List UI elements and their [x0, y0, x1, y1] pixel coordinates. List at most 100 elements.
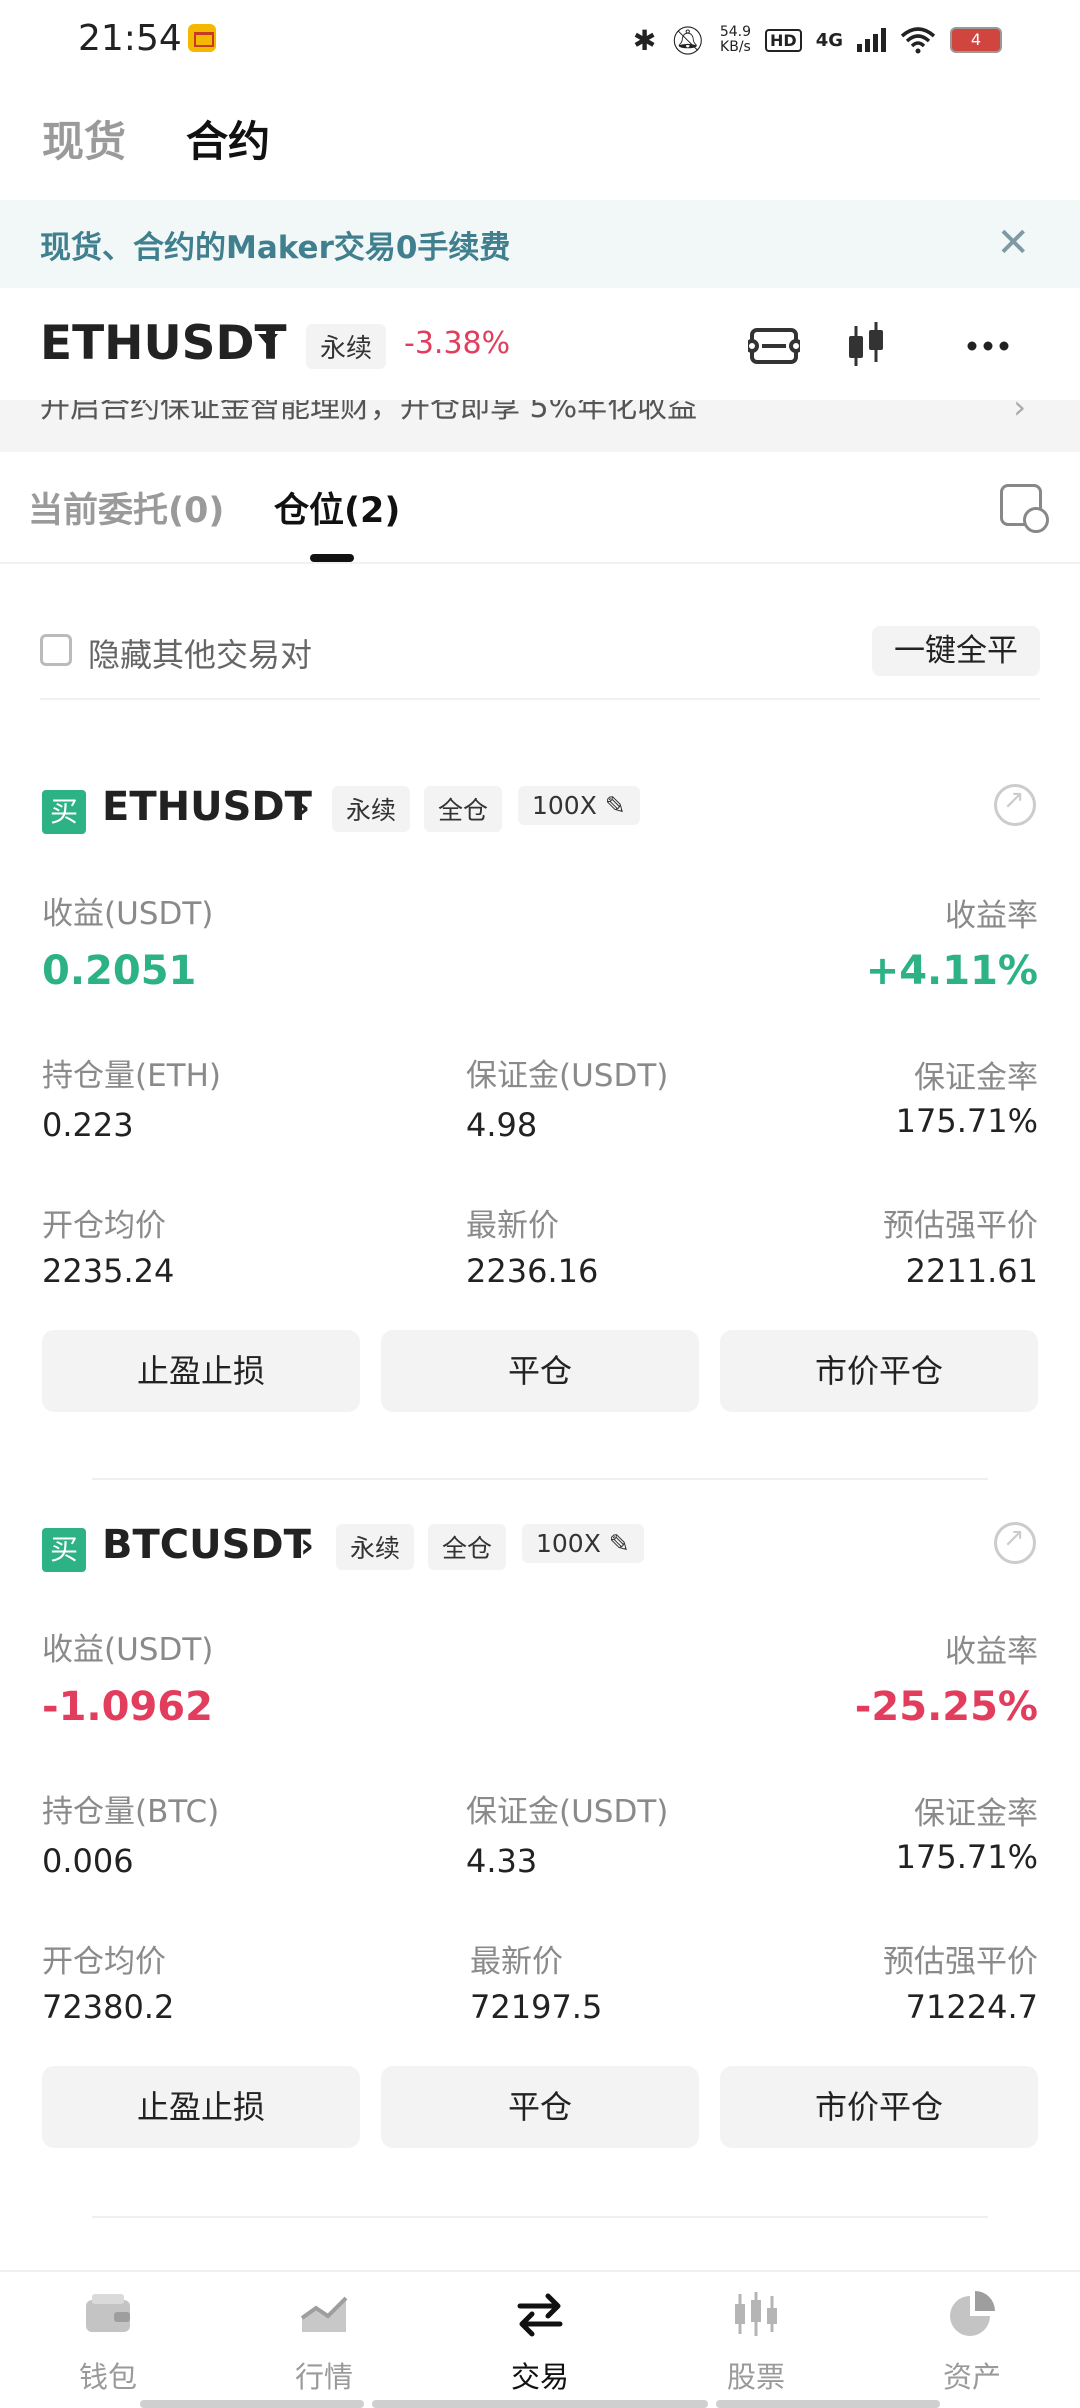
- gesture-bar: [372, 2400, 708, 2408]
- network-type: 4G: [815, 29, 843, 51]
- wifi-icon: [900, 27, 936, 54]
- hd-icon: HD: [765, 28, 802, 52]
- last-price-value: 2236.16: [466, 1252, 599, 1290]
- stocks-icon: [735, 2292, 777, 2336]
- last-price-label: 最新价: [470, 1944, 563, 1980]
- close-all-button[interactable]: 一键全平: [872, 626, 1040, 676]
- coupon-icon[interactable]: [748, 320, 800, 372]
- price-change: -3.38%: [404, 326, 511, 361]
- tab-open-orders[interactable]: 当前委托(0): [28, 482, 224, 533]
- margin-value: 4.98: [466, 1106, 538, 1144]
- signal-icon: [857, 28, 886, 52]
- nav-stocks[interactable]: 股票: [686, 2288, 826, 2396]
- margin-mode-tag[interactable]: 全仓: [424, 786, 503, 832]
- entry-price-value: 2235.24: [42, 1252, 175, 1290]
- message-icon: [188, 24, 216, 52]
- promo-text: 开启合约保证金智能理财，开仓即享 5%年化收益: [40, 400, 698, 425]
- tpsl-button[interactable]: 止盈止损: [42, 1330, 360, 1412]
- pnl-label: 收益(USDT): [42, 1632, 214, 1668]
- margin-rate-label: 保证金率: [914, 1796, 1038, 1832]
- market-close-button[interactable]: 市价平仓: [720, 2066, 1038, 2148]
- position-symbol[interactable]: ETHUSDT: [102, 784, 312, 830]
- network-speed: 54.9 KB/s: [719, 24, 752, 55]
- pie-chart-icon: [950, 2291, 995, 2336]
- chart-icon: [300, 2296, 348, 2332]
- nav-assets[interactable]: 资产: [902, 2288, 1042, 2396]
- market-close-button[interactable]: 市价平仓: [720, 1330, 1038, 1412]
- hide-others-checkbox[interactable]: [40, 634, 72, 666]
- filter-row: 隐藏其他交易对 一键全平: [40, 610, 1040, 700]
- nav-label: 股票: [726, 2360, 785, 2394]
- battery-icon: 4: [950, 27, 1002, 53]
- last-price-value: 72197.5: [470, 1988, 603, 2026]
- nav-label: 资产: [942, 2360, 1001, 2394]
- wallet-icon: [86, 2294, 130, 2332]
- hide-others-label[interactable]: 隐藏其他交易对: [88, 630, 312, 676]
- nav-wallet[interactable]: 钱包: [38, 2288, 178, 2396]
- gesture-bar: [140, 2400, 364, 2408]
- more-icon[interactable]: [962, 320, 1014, 372]
- size-label: 持仓量(BTC): [42, 1794, 220, 1830]
- size-value: 0.223: [42, 1106, 134, 1144]
- promo-strip[interactable]: 开启合约保证金智能理财，开仓即享 5%年化收益 ›: [0, 400, 1080, 452]
- pnl-value: -1.0962: [42, 1684, 213, 1730]
- gesture-bar: [716, 2400, 940, 2408]
- mute-icon: 🔕︎: [670, 23, 706, 57]
- pnl-rate-label: 收益率: [945, 1634, 1038, 1670]
- liq-price-value: 71224.7: [905, 1988, 1038, 2026]
- nav-markets[interactable]: 行情: [254, 2288, 394, 2396]
- order-tabs: 当前委托(0) 仓位(2): [0, 452, 1080, 564]
- tpsl-button[interactable]: 止盈止损: [42, 2066, 360, 2148]
- size-value: 0.006: [42, 1842, 134, 1880]
- share-icon[interactable]: [994, 1522, 1036, 1564]
- trade-icon: [517, 2293, 563, 2337]
- pnl-label: 收益(USDT): [42, 896, 214, 932]
- pnl-rate-value: -25.25%: [854, 1684, 1038, 1730]
- position-symbol[interactable]: BTCUSDT: [102, 1522, 311, 1568]
- nav-label: 行情: [294, 2360, 353, 2394]
- market-type-tabs: 现货 合约: [42, 108, 270, 169]
- status-icons: ✱ 🔕︎ 54.9 KB/s HD 4G 4: [633, 20, 1002, 60]
- entry-price-value: 72380.2: [42, 1988, 175, 2026]
- entry-price-label: 开仓均价: [42, 1208, 166, 1244]
- contract-type-tag: 永续: [332, 786, 411, 832]
- chevron-right-icon[interactable]: ›: [296, 788, 310, 828]
- tab-positions[interactable]: 仓位(2): [274, 482, 400, 533]
- leverage-tag[interactable]: 100X ✎: [518, 786, 640, 825]
- margin-rate-value: 175.71%: [895, 1102, 1038, 1140]
- margin-rate-label: 保证金率: [914, 1060, 1038, 1096]
- fee-banner[interactable]: 现货、合约的Maker交易0手续费 ✕: [0, 200, 1080, 288]
- chevron-right-icon: ›: [1013, 400, 1026, 426]
- tab-futures[interactable]: 合约: [186, 108, 270, 169]
- nav-label: 交易: [510, 2360, 569, 2394]
- history-icon[interactable]: [1000, 484, 1049, 533]
- nav-label: 钱包: [78, 2360, 137, 2394]
- tab-spot[interactable]: 现货: [42, 108, 126, 169]
- margin-label: 保证金(USDT): [466, 1794, 669, 1830]
- candlestick-icon[interactable]: [840, 320, 892, 372]
- banner-text: 现货、合约的Maker交易0手续费: [40, 230, 511, 266]
- chevron-right-icon[interactable]: ›: [300, 1526, 314, 1566]
- caret-down-icon[interactable]: [258, 334, 278, 346]
- active-tab-indicator: [310, 554, 354, 562]
- leverage-tag[interactable]: 100X ✎: [522, 1524, 644, 1563]
- close-icon[interactable]: ✕: [996, 220, 1030, 266]
- margin-rate-value: 175.71%: [895, 1838, 1038, 1876]
- position-card: 买 ETHUSDT › 永续 全仓 100X ✎ 收益(USDT) 收益率 0.…: [0, 740, 1080, 1460]
- close-position-button[interactable]: 平仓: [381, 2066, 699, 2148]
- contract-type-tag: 永续: [336, 1524, 415, 1570]
- divider: [92, 2216, 988, 2218]
- last-price-label: 最新价: [466, 1208, 559, 1244]
- margin-mode-tag[interactable]: 全仓: [428, 1524, 507, 1570]
- buy-side-badge: 买: [42, 1528, 86, 1572]
- bottom-nav: 钱包 行情 交易 股票 资产: [0, 2270, 1080, 2408]
- entry-price-label: 开仓均价: [42, 1944, 166, 1980]
- close-position-button[interactable]: 平仓: [381, 1330, 699, 1412]
- pnl-value: 0.2051: [42, 948, 197, 994]
- liq-price-value: 2211.61: [905, 1252, 1038, 1290]
- nav-trade[interactable]: 交易: [470, 2288, 610, 2396]
- bluetooth-icon: ✱: [632, 23, 657, 57]
- pnl-rate-value: +4.11%: [865, 948, 1038, 994]
- share-icon[interactable]: [994, 784, 1036, 826]
- pair-selector[interactable]: ETHUSDT: [40, 316, 287, 371]
